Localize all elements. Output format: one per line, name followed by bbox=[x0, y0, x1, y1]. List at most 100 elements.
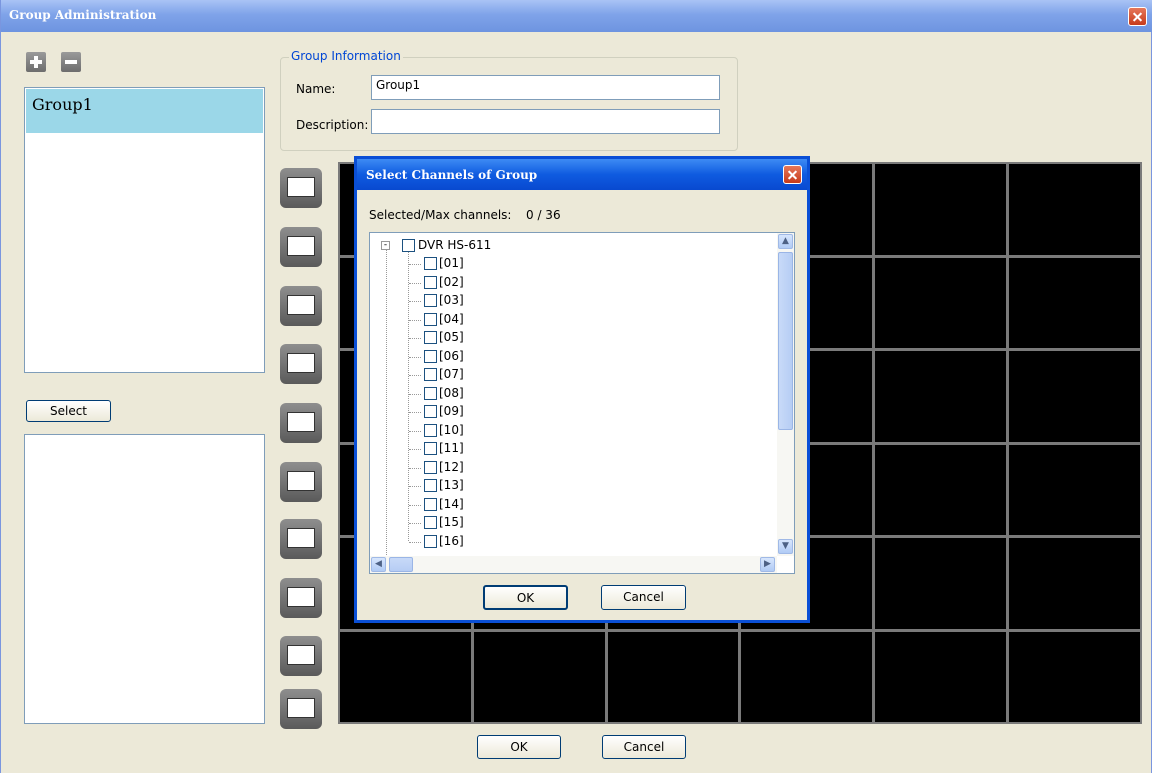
channel-checkbox[interactable] bbox=[424, 349, 437, 363]
tree-branch-line bbox=[409, 356, 421, 358]
channel-label: [03] bbox=[439, 293, 464, 307]
channel-label: [10] bbox=[439, 422, 464, 437]
scroll-up-icon[interactable]: ▲ bbox=[778, 234, 793, 249]
scroll-right-icon[interactable]: ▶ bbox=[760, 557, 775, 572]
video-cell[interactable] bbox=[1009, 164, 1140, 255]
selected-max-value: 0 / 36 bbox=[526, 208, 561, 222]
layout-25-icon[interactable] bbox=[280, 403, 322, 443]
layout-16-icon[interactable] bbox=[280, 344, 322, 384]
close-icon[interactable] bbox=[1128, 7, 1147, 26]
channel-label: [16] bbox=[439, 533, 464, 548]
video-cell[interactable] bbox=[1009, 538, 1140, 629]
channel-checkbox[interactable] bbox=[424, 516, 437, 529]
ok-button[interactable]: OK bbox=[477, 735, 561, 759]
video-cell[interactable] bbox=[340, 631, 471, 722]
video-cell[interactable] bbox=[875, 257, 1007, 348]
name-label: Name: bbox=[296, 82, 336, 96]
window-titlebar: Group Administration bbox=[1, 0, 1152, 32]
dialog-ok-button[interactable]: OK bbox=[483, 585, 568, 610]
vertical-scroll-thumb[interactable] bbox=[778, 252, 793, 430]
tree-branch-line bbox=[409, 467, 421, 469]
channel-checkbox[interactable] bbox=[424, 294, 437, 307]
tree-branch-line bbox=[409, 319, 421, 321]
cancel-button[interactable]: Cancel bbox=[602, 735, 686, 759]
layout-9-icon[interactable] bbox=[280, 286, 322, 326]
group-list-item[interactable]: Group1 bbox=[26, 89, 263, 133]
dialog-title: Select Channels of Group bbox=[366, 168, 538, 182]
channel-label: [01] bbox=[439, 256, 464, 270]
group-administration-window: Group Administration Group1 Select Group… bbox=[0, 0, 1152, 773]
video-cell[interactable] bbox=[607, 631, 739, 722]
tree-branch-line bbox=[409, 375, 421, 376]
tree-branch-line bbox=[409, 282, 421, 284]
video-cell[interactable] bbox=[473, 631, 605, 722]
tree-branch-line bbox=[409, 430, 421, 432]
name-field[interactable]: Group1 bbox=[371, 75, 720, 100]
channel-label: [13] bbox=[439, 478, 464, 492]
channel-checkbox[interactable] bbox=[424, 312, 437, 326]
video-cell[interactable] bbox=[741, 631, 873, 722]
layout-36-icon[interactable] bbox=[280, 462, 322, 502]
tree-root-label: DVR HS-611 bbox=[418, 238, 492, 252]
plus-icon[interactable] bbox=[26, 52, 46, 72]
video-cell[interactable] bbox=[875, 538, 1007, 629]
channel-checkbox[interactable] bbox=[424, 368, 437, 381]
video-cell[interactable] bbox=[875, 631, 1007, 722]
layout-13-icon[interactable] bbox=[280, 636, 322, 676]
tree-root-checkbox[interactable] bbox=[402, 239, 415, 252]
channel-label: [14] bbox=[439, 496, 464, 511]
channel-checkbox[interactable] bbox=[424, 460, 437, 474]
channel-label: [04] bbox=[439, 311, 464, 326]
layout-10-icon[interactable] bbox=[280, 689, 322, 729]
channel-label: [08] bbox=[439, 385, 464, 400]
channel-checkbox[interactable] bbox=[424, 331, 437, 344]
video-cell[interactable] bbox=[1009, 351, 1140, 442]
layout-1-icon[interactable] bbox=[280, 168, 322, 208]
video-cell[interactable] bbox=[875, 351, 1007, 442]
video-cell[interactable] bbox=[1009, 631, 1140, 722]
vertical-scrollbar[interactable]: ▲ ▼ bbox=[777, 233, 794, 556]
tree-branch-line bbox=[409, 301, 421, 302]
channel-checkbox[interactable] bbox=[424, 257, 437, 270]
channel-checkbox[interactable] bbox=[424, 275, 437, 289]
tree-branch-line bbox=[409, 486, 421, 487]
layout-6-icon[interactable] bbox=[280, 519, 322, 559]
video-cell[interactable] bbox=[1009, 444, 1140, 535]
layout-4-icon[interactable] bbox=[280, 227, 322, 267]
video-cell[interactable] bbox=[875, 164, 1007, 255]
scroll-left-icon[interactable]: ◀ bbox=[371, 557, 386, 572]
description-field[interactable] bbox=[371, 109, 720, 134]
select-button[interactable]: Select bbox=[26, 400, 111, 422]
layout-8-icon[interactable] bbox=[280, 578, 322, 618]
channel-checkbox[interactable] bbox=[424, 497, 437, 511]
channel-tree[interactable]: - DVR HS-611 [01] [02] [03] [04] [05] [06] [07… bbox=[369, 232, 795, 574]
tree-branch-line bbox=[409, 412, 421, 413]
group-list[interactable]: Group1 bbox=[24, 87, 265, 373]
dialog-cancel-button[interactable]: Cancel bbox=[601, 585, 686, 610]
video-cell[interactable] bbox=[875, 444, 1007, 535]
close-icon[interactable] bbox=[783, 165, 802, 184]
horizontal-scrollbar[interactable]: ◀ ▶ bbox=[370, 556, 777, 573]
channel-checkbox[interactable] bbox=[424, 479, 437, 492]
selected-max-label: Selected/Max channels: bbox=[369, 208, 512, 222]
group-information-fieldset: Group Information bbox=[280, 49, 738, 151]
select-channels-dialog: Select Channels of Group Selected/Max ch… bbox=[354, 156, 810, 623]
channel-label: [06] bbox=[439, 348, 464, 363]
group-information-legend: Group Information bbox=[289, 49, 403, 63]
collapse-icon[interactable]: - bbox=[381, 241, 390, 250]
minus-icon[interactable] bbox=[61, 52, 81, 72]
video-cell[interactable] bbox=[1009, 257, 1140, 348]
channel-checkbox[interactable] bbox=[424, 534, 437, 548]
channel-label: [05] bbox=[439, 330, 464, 344]
tree-branch-line bbox=[409, 449, 421, 450]
channel-checkbox[interactable] bbox=[424, 423, 437, 437]
horizontal-scroll-thumb[interactable] bbox=[389, 557, 413, 572]
channel-checkbox[interactable] bbox=[424, 442, 437, 455]
tree-branch-line bbox=[409, 338, 421, 339]
scroll-down-icon[interactable]: ▼ bbox=[778, 539, 793, 554]
channel-list[interactable] bbox=[24, 434, 265, 724]
channel-checkbox[interactable] bbox=[424, 405, 437, 418]
channel-label: [11] bbox=[439, 441, 464, 455]
channel-checkbox[interactable] bbox=[424, 386, 437, 400]
tree-branch-line bbox=[409, 393, 421, 395]
